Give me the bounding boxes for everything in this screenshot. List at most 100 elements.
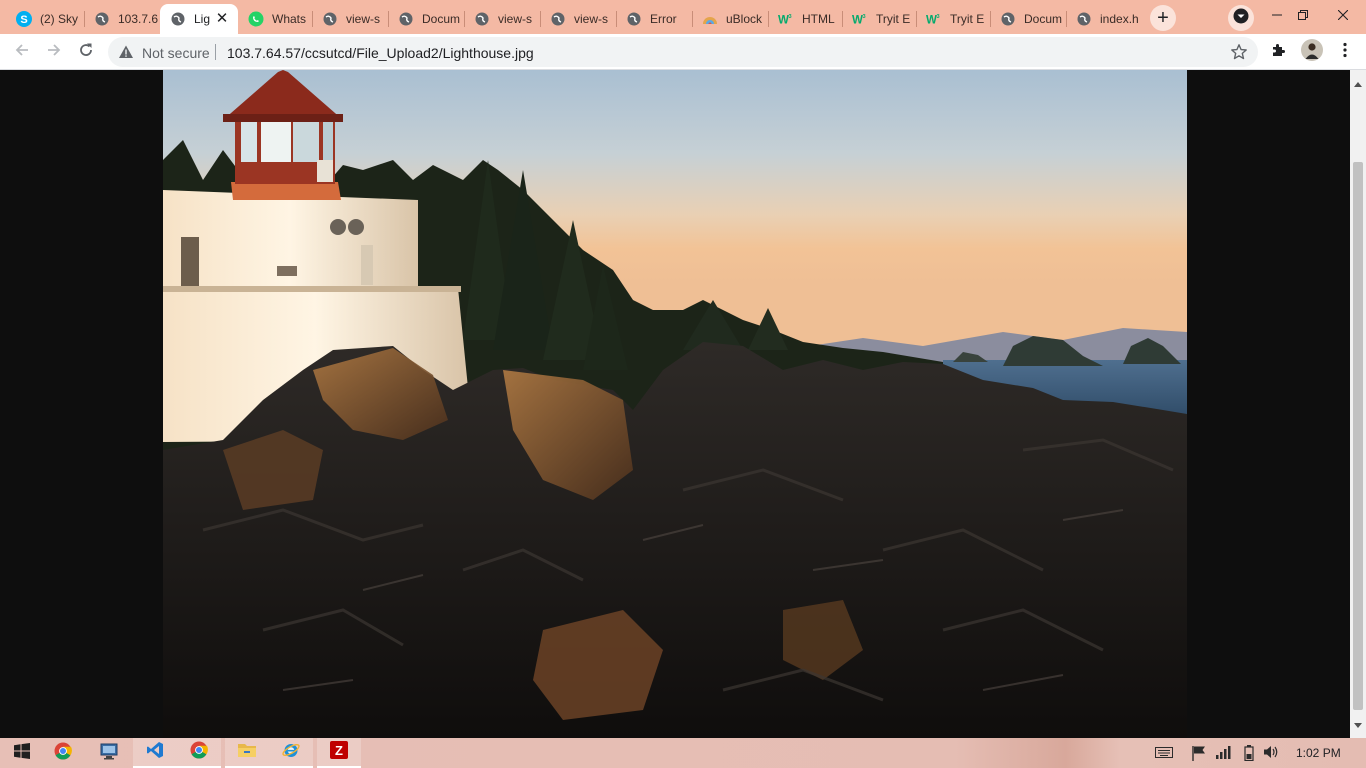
taskbar-chrome-running[interactable] <box>177 738 221 768</box>
start-button[interactable] <box>0 738 44 768</box>
forward-button[interactable] <box>39 37 69 67</box>
browser-toolbar: Not secure 103.7.64.57/ccsutcd/File_Uplo… <box>0 34 1366 70</box>
network-app-icon <box>100 742 118 765</box>
tab-title: 103.7.6 <box>118 12 159 26</box>
svg-text:Z: Z <box>335 743 343 758</box>
tab-strip: S (2) Sky 103.7.6 Lig ✕ Whats view-s Doc… <box>0 0 1366 34</box>
tab-title: Tryit E <box>876 12 911 26</box>
profile-avatar-button[interactable] <box>1297 37 1327 67</box>
svg-text:W: W <box>778 14 789 26</box>
tab-document-2[interactable]: Docum <box>990 4 1066 34</box>
globe-icon <box>626 11 642 27</box>
signal-strength-icon[interactable] <box>1216 745 1232 764</box>
taskbar-file-explorer[interactable] <box>225 738 269 768</box>
globe-icon <box>1000 11 1016 27</box>
windows-taskbar: Z 1:02 PM <box>0 738 1366 768</box>
whatsapp-icon <box>248 11 264 27</box>
tab-title: Whats <box>272 12 307 26</box>
tab-view-source-3[interactable]: view-s <box>540 4 616 34</box>
tab-title: view-s <box>346 12 381 26</box>
reload-icon <box>78 42 94 63</box>
arrow-left-icon <box>14 42 30 63</box>
svg-text:3: 3 <box>863 14 866 20</box>
close-icon <box>1337 8 1349 23</box>
warning-icon[interactable] <box>118 44 134 65</box>
restore-icon <box>1298 8 1308 23</box>
tab-title: Tryit E <box>950 12 985 26</box>
puzzle-piece-icon <box>1271 42 1287 63</box>
tab-w3-tryit-2[interactable]: W3 Tryit E <box>916 4 990 34</box>
tab-title: view-s <box>574 12 609 26</box>
tab-index[interactable]: index.h <box>1066 4 1140 34</box>
tab-view-source-2[interactable]: view-s <box>464 4 540 34</box>
taskbar-filezilla[interactable]: Z <box>317 738 361 768</box>
vscode-icon <box>146 741 164 764</box>
svg-text:W: W <box>926 14 937 26</box>
scroll-down-arrow-icon[interactable] <box>1354 716 1362 734</box>
action-center-flag-icon[interactable] <box>1192 745 1206 766</box>
omnibox-divider <box>215 44 216 60</box>
windows-logo-icon <box>14 742 30 764</box>
tab-error[interactable]: Error <box>616 4 692 34</box>
bookmark-star-icon[interactable] <box>1230 43 1248 66</box>
taskbar-internet-explorer[interactable] <box>269 738 313 768</box>
extensions-button[interactable] <box>1264 37 1294 67</box>
tab-ip[interactable]: 103.7.6 <box>84 4 160 34</box>
svg-text:3: 3 <box>937 14 940 20</box>
avatar <box>1301 38 1323 66</box>
lighthouse-photo[interactable] <box>163 70 1187 738</box>
close-tab-icon[interactable]: ✕ <box>214 10 230 28</box>
scrollbar-thumb[interactable] <box>1353 162 1363 710</box>
tab-skype[interactable]: S (2) Sky <box>6 4 82 34</box>
globe-icon <box>322 11 338 27</box>
svg-text:W: W <box>852 14 863 26</box>
tab-ublock[interactable]: uBlock <box>692 4 768 34</box>
taskbar-chrome-pinned[interactable] <box>41 738 85 768</box>
globe-icon <box>94 11 110 27</box>
tab-whatsapp[interactable]: Whats <box>238 4 312 34</box>
tab-view-source-1[interactable]: view-s <box>312 4 388 34</box>
tab-title: index.h <box>1100 12 1139 26</box>
tab-search-button[interactable] <box>1228 5 1254 31</box>
reload-button[interactable] <box>71 37 101 67</box>
security-status-label[interactable]: Not secure <box>142 45 210 61</box>
globe-icon <box>1076 11 1092 27</box>
taskbar-vscode[interactable] <box>133 738 177 768</box>
url-text[interactable]: 103.7.64.57/ccsutcd/File_Upload2/Lightho… <box>227 45 534 61</box>
chrome-icon <box>54 742 72 765</box>
more-vertical-icon <box>1343 42 1347 63</box>
w3schools-icon: W3 <box>926 11 942 27</box>
battery-icon[interactable] <box>1244 745 1254 766</box>
new-tab-button[interactable]: + <box>1150 5 1176 31</box>
tab-w3-tryit-1[interactable]: W3 Tryit E <box>842 4 916 34</box>
tab-title: Lig <box>194 12 211 26</box>
taskbar-clock[interactable]: 1:02 PM <box>1296 746 1341 760</box>
speaker-icon[interactable] <box>1263 745 1279 764</box>
browser-menu-button[interactable] <box>1330 37 1360 67</box>
w3schools-icon: W3 <box>778 11 794 27</box>
svg-text:3: 3 <box>789 14 792 20</box>
chrome-icon <box>190 741 208 764</box>
scroll-up-arrow-icon[interactable] <box>1354 74 1362 92</box>
image-viewer <box>0 70 1350 738</box>
globe-icon <box>170 11 186 27</box>
back-button[interactable] <box>7 37 37 67</box>
file-explorer-icon <box>238 742 256 763</box>
vertical-scrollbar[interactable] <box>1350 70 1366 738</box>
tab-title: Error <box>650 12 677 26</box>
tab-document-1[interactable]: Docum <box>388 4 464 34</box>
globe-icon <box>550 11 566 27</box>
keyboard-icon[interactable] <box>1155 745 1173 764</box>
address-bar[interactable]: Not secure 103.7.64.57/ccsutcd/File_Uplo… <box>108 37 1258 67</box>
tab-title: HTML <box>802 12 835 26</box>
taskbar-network-app[interactable] <box>87 738 131 768</box>
skype-icon: S <box>16 11 32 27</box>
tab-lighthouse-active[interactable]: Lig ✕ <box>160 4 238 34</box>
tab-w3-html[interactable]: W3 HTML <box>768 4 842 34</box>
tab-title: (2) Sky <box>40 12 79 26</box>
close-window-button[interactable] <box>1320 0 1366 30</box>
arrow-right-icon <box>46 42 62 63</box>
internet-explorer-icon <box>282 741 300 764</box>
globe-icon <box>474 11 490 27</box>
plus-icon: + <box>1157 7 1169 29</box>
